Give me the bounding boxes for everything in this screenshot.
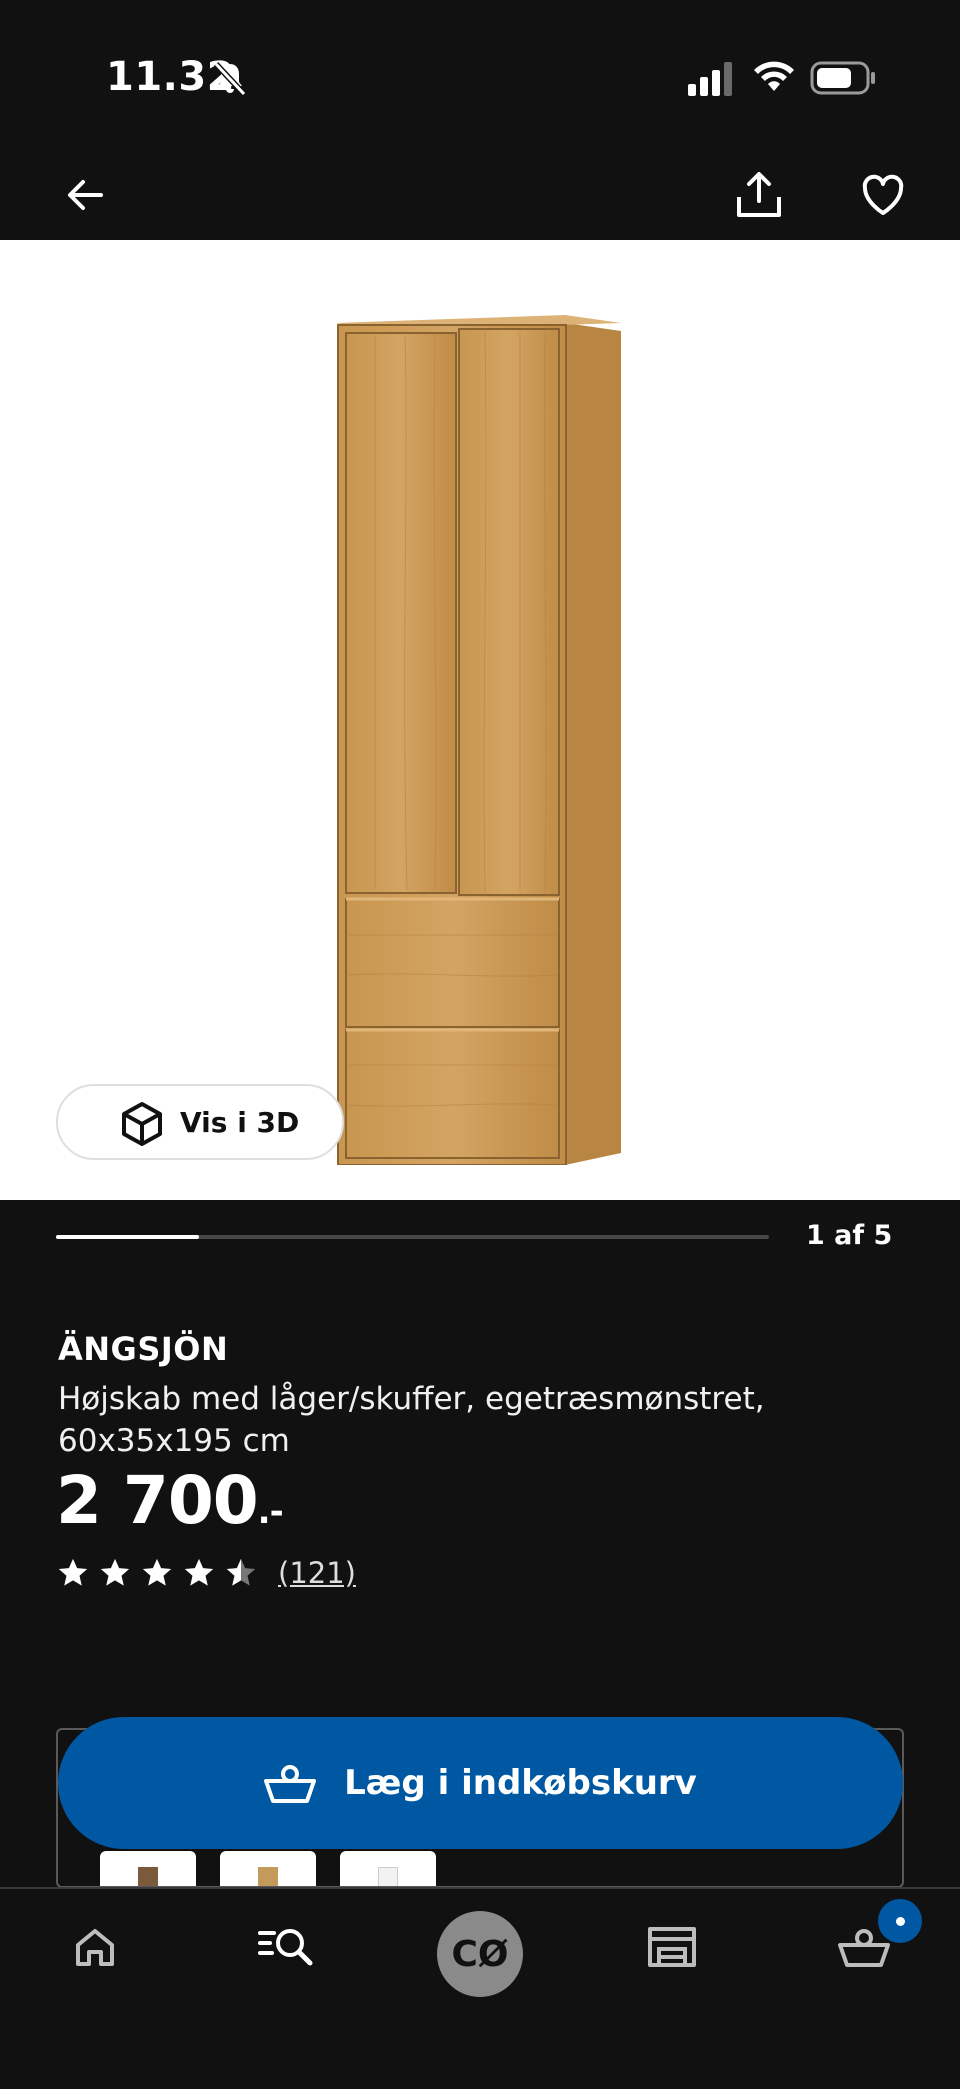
gallery-progress-bar [56, 1235, 769, 1239]
tab-search[interactable] [226, 1889, 346, 2005]
star-half-icon [226, 1558, 256, 1586]
variant-swatch[interactable] [100, 1851, 196, 1886]
price-main: 2 700 [56, 1462, 259, 1539]
share-button[interactable] [724, 160, 794, 230]
review-count-link[interactable]: (121) [278, 1556, 356, 1590]
tab-profile[interactable]: CØ [420, 1889, 540, 2005]
gallery-progress-fill [56, 1235, 199, 1239]
battery-icon [810, 61, 875, 95]
status-bar: 11.32 [0, 0, 960, 150]
back-button[interactable] [50, 160, 120, 230]
product-image-gallery[interactable]: Vis i 3D [0, 240, 960, 1200]
cube-icon [122, 1102, 162, 1146]
product-price: 2 700.- [56, 1462, 284, 1539]
star-icon [100, 1558, 130, 1586]
favorite-button[interactable] [848, 160, 918, 230]
star-icon [184, 1558, 214, 1586]
star-icon [58, 1558, 88, 1586]
bottom-tab-bar: CØ [0, 1887, 960, 2089]
star-icon [142, 1558, 172, 1586]
price-suffix: .- [257, 1492, 284, 1532]
cellular-signal-icon [688, 62, 732, 96]
avatar: CØ [437, 1911, 523, 1997]
view-3d-label: Vis i 3D [180, 1105, 300, 1139]
add-to-cart-label: Læg i indkøbskurv [344, 1763, 697, 1803]
top-nav [0, 150, 960, 240]
store-icon [648, 1927, 696, 1967]
tab-store[interactable] [612, 1889, 732, 2005]
wifi-icon [754, 61, 794, 91]
cart-badge [878, 1899, 922, 1943]
tab-home[interactable] [35, 1889, 155, 2005]
add-to-cart-button[interactable]: Læg i indkøbskurv [58, 1717, 903, 1849]
rating[interactable]: (121) [56, 1553, 356, 1593]
home-icon [76, 1929, 114, 1966]
product-name: ÄNGSJÖN [58, 1330, 229, 1368]
variant-swatch[interactable] [220, 1851, 316, 1886]
share-icon [737, 172, 781, 217]
product-image [335, 315, 621, 1165]
arrow-left-icon [68, 180, 103, 210]
variant-swatch[interactable] [340, 1851, 436, 1886]
heart-icon [862, 174, 904, 215]
view-3d-button[interactable]: Vis i 3D [56, 1084, 344, 1160]
search-icon [258, 1929, 313, 1966]
gallery-counter: 1 af 5 [806, 1220, 893, 1251]
bell-muted-icon [213, 61, 247, 97]
product-description: Højskab med låger/skuffer, egetræsmønstr… [58, 1381, 765, 1459]
basket-icon [264, 1765, 317, 1803]
